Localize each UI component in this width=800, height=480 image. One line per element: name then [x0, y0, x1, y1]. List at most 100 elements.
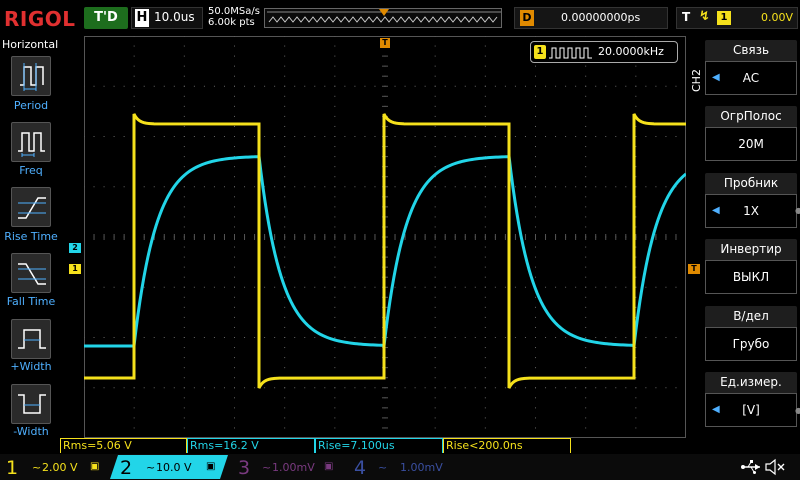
speaker-muted-icon[interactable]	[764, 458, 786, 476]
grid-dot	[183, 55, 185, 57]
grid-dot	[223, 136, 225, 137]
grid-dot	[294, 337, 296, 338]
grid-dot	[535, 306, 536, 308]
grid-dot	[334, 156, 336, 158]
grid-dot	[334, 276, 336, 278]
grid-dot	[193, 387, 195, 389]
grid-dot	[334, 125, 336, 127]
grid-dot	[344, 286, 346, 288]
trigger-box[interactable]: T ↯ 1 0.00V	[676, 7, 798, 29]
grid-dot	[535, 427, 536, 429]
trigger-status-badge[interactable]: T'D	[84, 7, 128, 29]
grid-dot	[203, 136, 205, 137]
grid-dot	[234, 186, 235, 188]
horizontal-timebase-box[interactable]: H 10.0us	[131, 7, 203, 29]
grid-dot	[585, 337, 587, 338]
grid-dot	[595, 387, 597, 389]
grid-dot	[635, 65, 637, 67]
grid-dot	[374, 286, 376, 288]
ch1-tab[interactable]: 1 ~ 2.00 V ▣	[0, 455, 112, 479]
grid-dot	[454, 136, 456, 137]
meas-ch1-rise[interactable]: Rise<200.0ns	[443, 438, 571, 453]
grid-dot	[183, 115, 185, 117]
grid-dot	[484, 216, 486, 218]
ch2-offset-marker[interactable]: 2	[69, 243, 81, 253]
bandwidth-limit-button[interactable]: 20M	[705, 127, 797, 161]
grid-dot	[234, 176, 235, 178]
grid-dot	[535, 75, 536, 77]
grid-dot	[605, 286, 607, 288]
delay-box[interactable]: D 0.00000000ps	[514, 7, 668, 29]
grid-dot	[595, 337, 597, 338]
grid-dot	[234, 75, 235, 77]
rise-time-button[interactable]	[11, 187, 51, 227]
period-button[interactable]	[11, 56, 51, 96]
grid-dot	[234, 226, 235, 228]
grid-dot	[173, 286, 175, 288]
fall-time-button[interactable]	[11, 253, 51, 293]
grid-dot	[284, 146, 286, 148]
grid-dot	[464, 136, 466, 137]
grid-dot	[585, 357, 587, 359]
freq-button[interactable]	[11, 122, 51, 162]
coupling-button[interactable]: ◀ AC	[705, 61, 797, 95]
pos-width-button[interactable]	[11, 319, 51, 359]
ch1-offset-marker[interactable]: 1	[69, 264, 81, 274]
grid-dot	[605, 136, 607, 137]
grid-dot	[615, 186, 617, 188]
grid-dot	[93, 85, 95, 87]
units-button[interactable]: ◀ [V]	[705, 393, 797, 427]
grid-dot	[254, 387, 256, 389]
grid-dot	[93, 186, 95, 188]
grid-dot	[284, 156, 286, 158]
waveform-display[interactable]	[84, 36, 686, 438]
grid-dot	[565, 286, 567, 288]
trigger-position-marker[interactable]: T	[380, 38, 390, 48]
memory-position-bar[interactable]	[264, 8, 502, 28]
grid-dot	[183, 105, 185, 107]
grid-dot	[284, 206, 286, 208]
grid-dot	[665, 387, 667, 389]
volts-div-button[interactable]: Грубо	[705, 327, 797, 361]
pos-width-label: +Width	[10, 360, 52, 373]
probe-button[interactable]: ◀ 1X	[705, 194, 797, 228]
grid-dot	[183, 316, 185, 318]
grid-dot	[234, 367, 235, 369]
grid-dot	[183, 166, 185, 168]
grid-dot	[555, 387, 557, 389]
grid-dot	[284, 417, 286, 419]
ch4-tab[interactable]: 4 ~ 1.00mV	[346, 455, 462, 479]
grid-dot	[404, 286, 406, 288]
meas-ch2-rms[interactable]: Rms=16.2 V	[187, 438, 315, 453]
ch2-tab[interactable]: 2 ~ 10.0 V ▣	[110, 455, 228, 479]
grid-dot	[304, 387, 306, 389]
grid-dot	[324, 85, 326, 87]
grid-dot	[203, 387, 205, 389]
grid-dot	[354, 286, 356, 288]
grid-dot	[133, 36, 135, 37]
meas-ch1-rms[interactable]: Rms=5.06 V	[60, 438, 187, 453]
ch3-tab[interactable]: 3 ~ 1.00mV ▣	[230, 455, 346, 479]
grid-dot	[133, 85, 135, 87]
grid-dot	[484, 196, 486, 198]
grid-dot	[484, 256, 486, 258]
grid-dot	[334, 136, 336, 137]
neg-width-button[interactable]	[11, 384, 51, 424]
grid-dot	[314, 286, 316, 288]
grid-dot	[234, 407, 235, 409]
grid-dot	[404, 387, 406, 389]
grid-dot	[284, 55, 286, 57]
invert-button[interactable]: ВЫКЛ	[705, 260, 797, 294]
acquisition-info: 50.0MSa/s 6.00k pts	[208, 6, 260, 28]
ch2-coupling: ~	[146, 461, 156, 474]
grid-dot	[274, 286, 276, 288]
grid-dot	[334, 45, 336, 47]
trigger-level-marker[interactable]: T	[688, 264, 700, 274]
grid-dot	[434, 296, 436, 298]
grid-dot	[183, 367, 185, 369]
grid-dot	[444, 136, 446, 137]
grid-dot	[284, 85, 286, 87]
meas-ch2-rise[interactable]: Rise=7.100us	[315, 438, 443, 453]
grid-dot	[575, 387, 577, 389]
grid-dot	[334, 216, 336, 218]
